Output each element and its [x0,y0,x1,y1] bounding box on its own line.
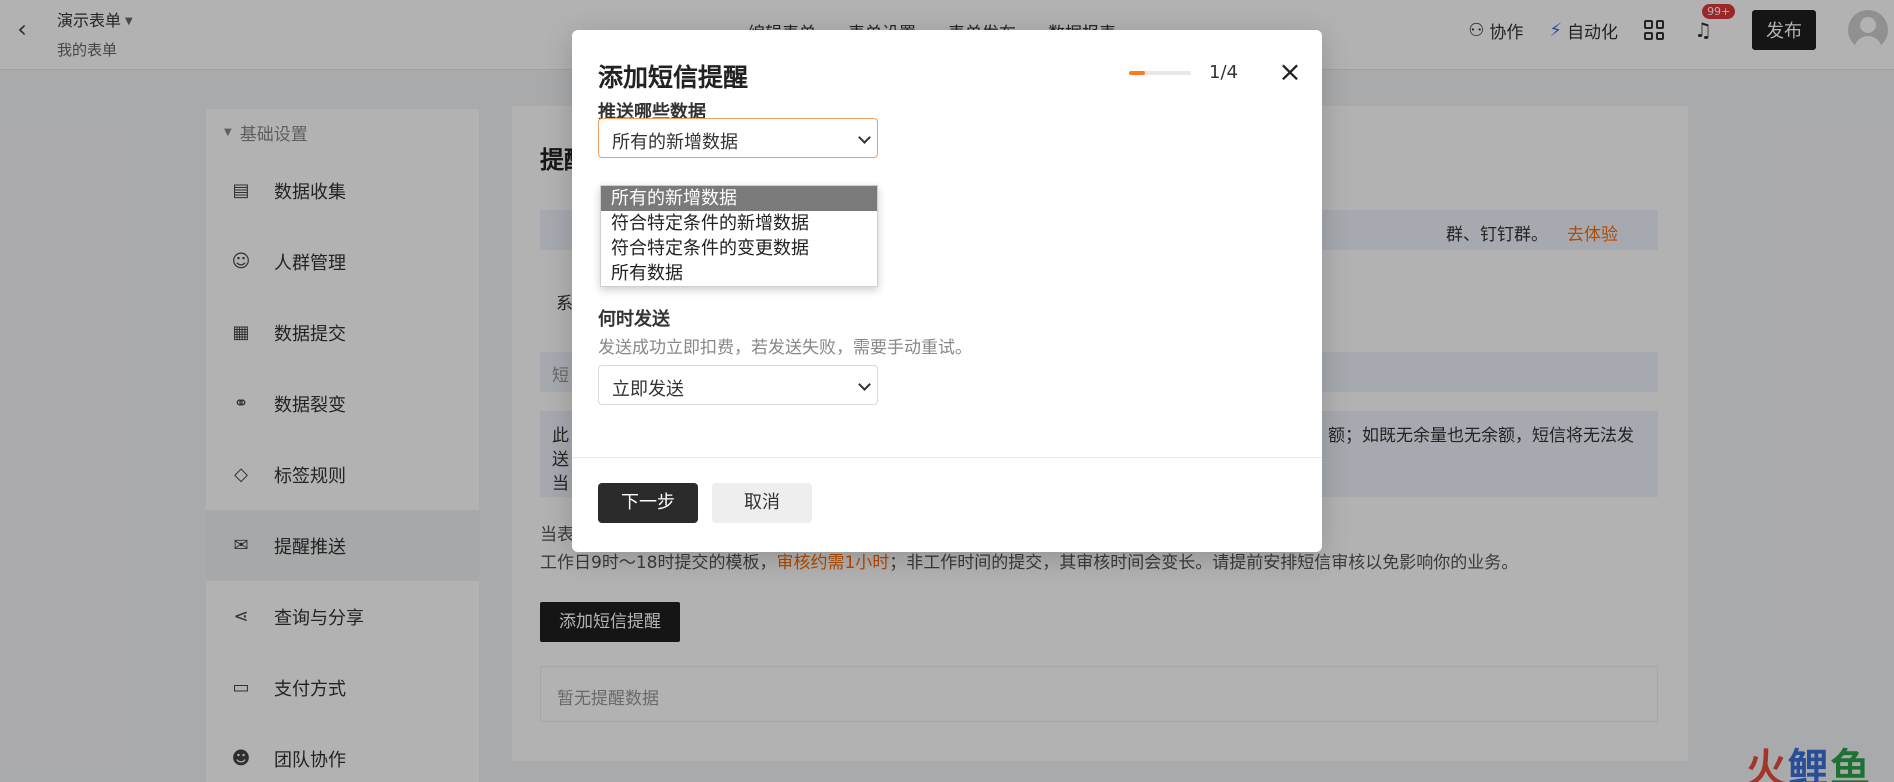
chevron-down-icon [858,378,871,391]
push-data-dropdown: 所有的新增数据 符合特定条件的新增数据 符合特定条件的变更数据 所有数据 [600,185,878,287]
send-time-label: 何时发送 [598,309,670,330]
next-step-button[interactable]: 下一步 [598,483,698,523]
dropdown-option[interactable]: 所有数据 [601,261,877,286]
modal-divider [572,457,1322,458]
push-data-value: 所有的新增数据 [612,132,738,153]
send-time-value: 立即发送 [612,379,684,400]
send-time-hint: 发送成功立即扣费，若发送失败，需要手动重试。 [598,338,972,358]
send-time-select[interactable]: 立即发送 [598,365,878,405]
add-sms-reminder-modal: 添加短信提醒 1/4 × 推送哪些数据 所有的新增数据 所有的新增数据 符合特定… [572,30,1322,552]
step-progress-fill [1129,71,1145,75]
close-icon[interactable]: × [1276,58,1304,86]
step-progress-bar [1129,71,1191,75]
chevron-down-icon [858,131,871,144]
dropdown-option[interactable]: 所有的新增数据 [601,186,877,211]
step-indicator: 1/4 [1209,62,1238,83]
cancel-button[interactable]: 取消 [712,483,812,523]
modal-title: 添加短信提醒 [598,63,749,92]
dropdown-option[interactable]: 符合特定条件的变更数据 [601,236,877,261]
push-data-select[interactable]: 所有的新增数据 [598,118,878,158]
dropdown-option[interactable]: 符合特定条件的新增数据 [601,211,877,236]
